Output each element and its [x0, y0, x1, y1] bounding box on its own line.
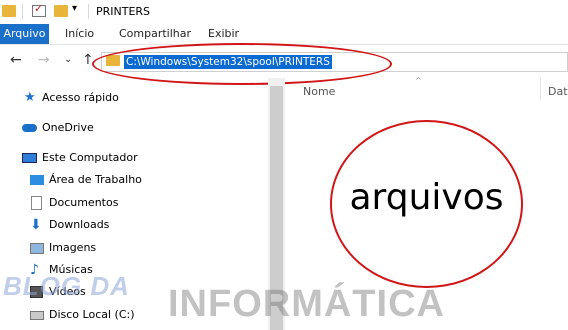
- sidebar-item-label: Imagens: [49, 241, 97, 254]
- drive-icon: [30, 311, 44, 320]
- divider: [22, 4, 23, 19]
- column-header-nome[interactable]: Nome: [303, 85, 335, 98]
- tab-inicio[interactable]: Início: [65, 24, 94, 44]
- recent-locations-chevron-icon[interactable]: ⌄: [64, 54, 72, 65]
- sort-chevron-icon: ^: [415, 76, 422, 85]
- window-title: PRINTERS: [96, 5, 151, 18]
- sidebar-item-label: Área de Trabalho: [49, 173, 142, 186]
- document-icon: [31, 196, 42, 210]
- computer-icon: [22, 153, 37, 163]
- sidebar-item-label: Documentos: [49, 196, 119, 209]
- download-icon: ⬇: [30, 217, 42, 233]
- watermark-text: BLOG DA: [3, 271, 130, 301]
- title-bar: ✓ ▾ PRINTERS: [0, 0, 568, 24]
- properties-check-icon[interactable]: ✓: [32, 2, 46, 17]
- ribbon-tabs: Arquivo Início Compartilhar Exibir: [0, 24, 568, 45]
- new-folder-icon[interactable]: [54, 5, 68, 17]
- star-icon: ★: [24, 90, 36, 105]
- desktop-icon: [30, 175, 44, 185]
- quick-access-dropdown-icon[interactable]: ▾: [72, 3, 77, 14]
- sidebar-item-label: Disco Local (C:): [49, 308, 135, 321]
- divider: [88, 4, 89, 19]
- sidebar-item-label: Downloads: [49, 218, 110, 231]
- tab-exibir[interactable]: Exibir: [208, 24, 239, 44]
- watermark-text: INFORMÁTICA: [168, 283, 445, 325]
- cloud-icon: [22, 124, 37, 132]
- column-header-data[interactable]: Data: [548, 85, 568, 98]
- folder-icon[interactable]: [2, 5, 16, 17]
- annotation-text: arquivos: [349, 177, 504, 218]
- column-divider[interactable]: [540, 78, 541, 100]
- tab-arquivo[interactable]: Arquivo: [0, 24, 49, 44]
- image-icon: [30, 243, 44, 254]
- sidebar-item-label: Este Computador: [42, 151, 138, 164]
- tab-compartilhar[interactable]: Compartilhar: [119, 24, 191, 44]
- back-arrow-icon[interactable]: ←: [10, 52, 22, 68]
- sidebar-item-label: OneDrive: [42, 121, 94, 134]
- forward-arrow-icon[interactable]: →: [38, 52, 50, 68]
- sidebar-item-label: Acesso rápido: [42, 91, 119, 104]
